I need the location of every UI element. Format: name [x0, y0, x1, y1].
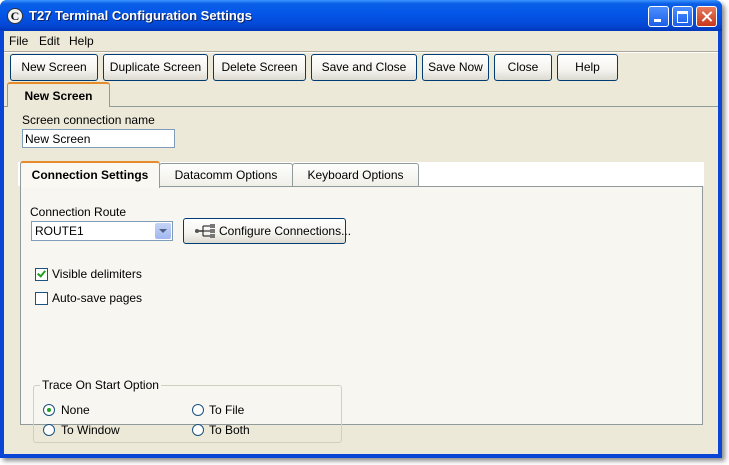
trace-to-both-radio[interactable] [192, 424, 204, 436]
trace-group-title: Trace On Start Option [40, 378, 161, 392]
title-bar[interactable]: C T27 Terminal Configuration Settings [0, 0, 722, 31]
client-area: File Edit Help New Screen Duplicate Scre… [4, 31, 718, 454]
visible-delimiters-checkbox[interactable] [35, 268, 48, 281]
configure-connections-button[interactable]: Configure Connections... [183, 218, 351, 244]
check-icon [37, 268, 46, 278]
save-and-close-button[interactable]: Save and Close [311, 54, 417, 81]
screen-name-label: Screen connection name [22, 113, 155, 127]
chevron-down-icon[interactable] [155, 223, 171, 239]
app-icon: C [7, 8, 23, 24]
close-button[interactable]: Close [494, 54, 552, 81]
trace-to-both-label: To Both [209, 423, 250, 437]
close-window-button[interactable] [696, 6, 717, 27]
auto-save-pages-label: Auto-save pages [52, 291, 143, 305]
trace-on-start-group: Trace On Start Option None To File To Wi… [33, 378, 342, 443]
delete-screen-button[interactable]: Delete Screen [213, 54, 306, 81]
trace-none-label: None [61, 403, 90, 417]
configure-connections-label: Configure Connections... [219, 224, 352, 238]
trace-to-window-radio[interactable] [43, 424, 55, 436]
document-tab-new-screen[interactable]: New Screen [7, 82, 110, 107]
trace-to-file-label: To File [209, 403, 245, 417]
duplicate-screen-button[interactable]: Duplicate Screen [103, 54, 208, 81]
menu-bar: File Edit Help [4, 31, 718, 50]
network-icon [195, 224, 215, 238]
document-tab-join [8, 106, 109, 107]
window-title: T27 Terminal Configuration Settings [29, 8, 252, 23]
connection-settings-panel: Connection Route ROUTE1 Configure Connec… [20, 186, 703, 443]
menu-file[interactable]: File [9, 34, 28, 48]
trace-to-window-label: To Window [61, 423, 120, 437]
tab-datacomm-options[interactable]: Datacomm Options [159, 163, 293, 186]
app-window: C T27 Terminal Configuration Settings Fi… [0, 0, 722, 458]
screen-name-input[interactable] [22, 129, 175, 148]
toolbar-separator [4, 51, 718, 53]
trace-none-radio[interactable] [43, 404, 55, 416]
document-tab-baseline [4, 106, 718, 107]
tab-connection-settings[interactable]: Connection Settings [20, 161, 160, 188]
connection-route-select[interactable]: ROUTE1 [31, 221, 173, 241]
connection-route-label: Connection Route [30, 205, 127, 219]
trace-to-file-radio[interactable] [192, 404, 204, 416]
visible-delimiters-label: Visible delimiters [52, 267, 142, 281]
save-now-button[interactable]: Save Now [422, 54, 489, 81]
tab-keyboard-options[interactable]: Keyboard Options [292, 163, 419, 186]
maximize-button[interactable] [672, 6, 693, 27]
menu-edit[interactable]: Edit [39, 34, 60, 48]
connection-route-value: ROUTE1 [35, 224, 84, 238]
help-button[interactable]: Help [557, 54, 618, 81]
auto-save-pages-checkbox[interactable] [35, 292, 48, 305]
radio-selected-icon [47, 408, 51, 412]
menu-help[interactable]: Help [69, 34, 94, 48]
minimize-button[interactable] [648, 6, 669, 27]
new-screen-button[interactable]: New Screen [10, 54, 98, 81]
